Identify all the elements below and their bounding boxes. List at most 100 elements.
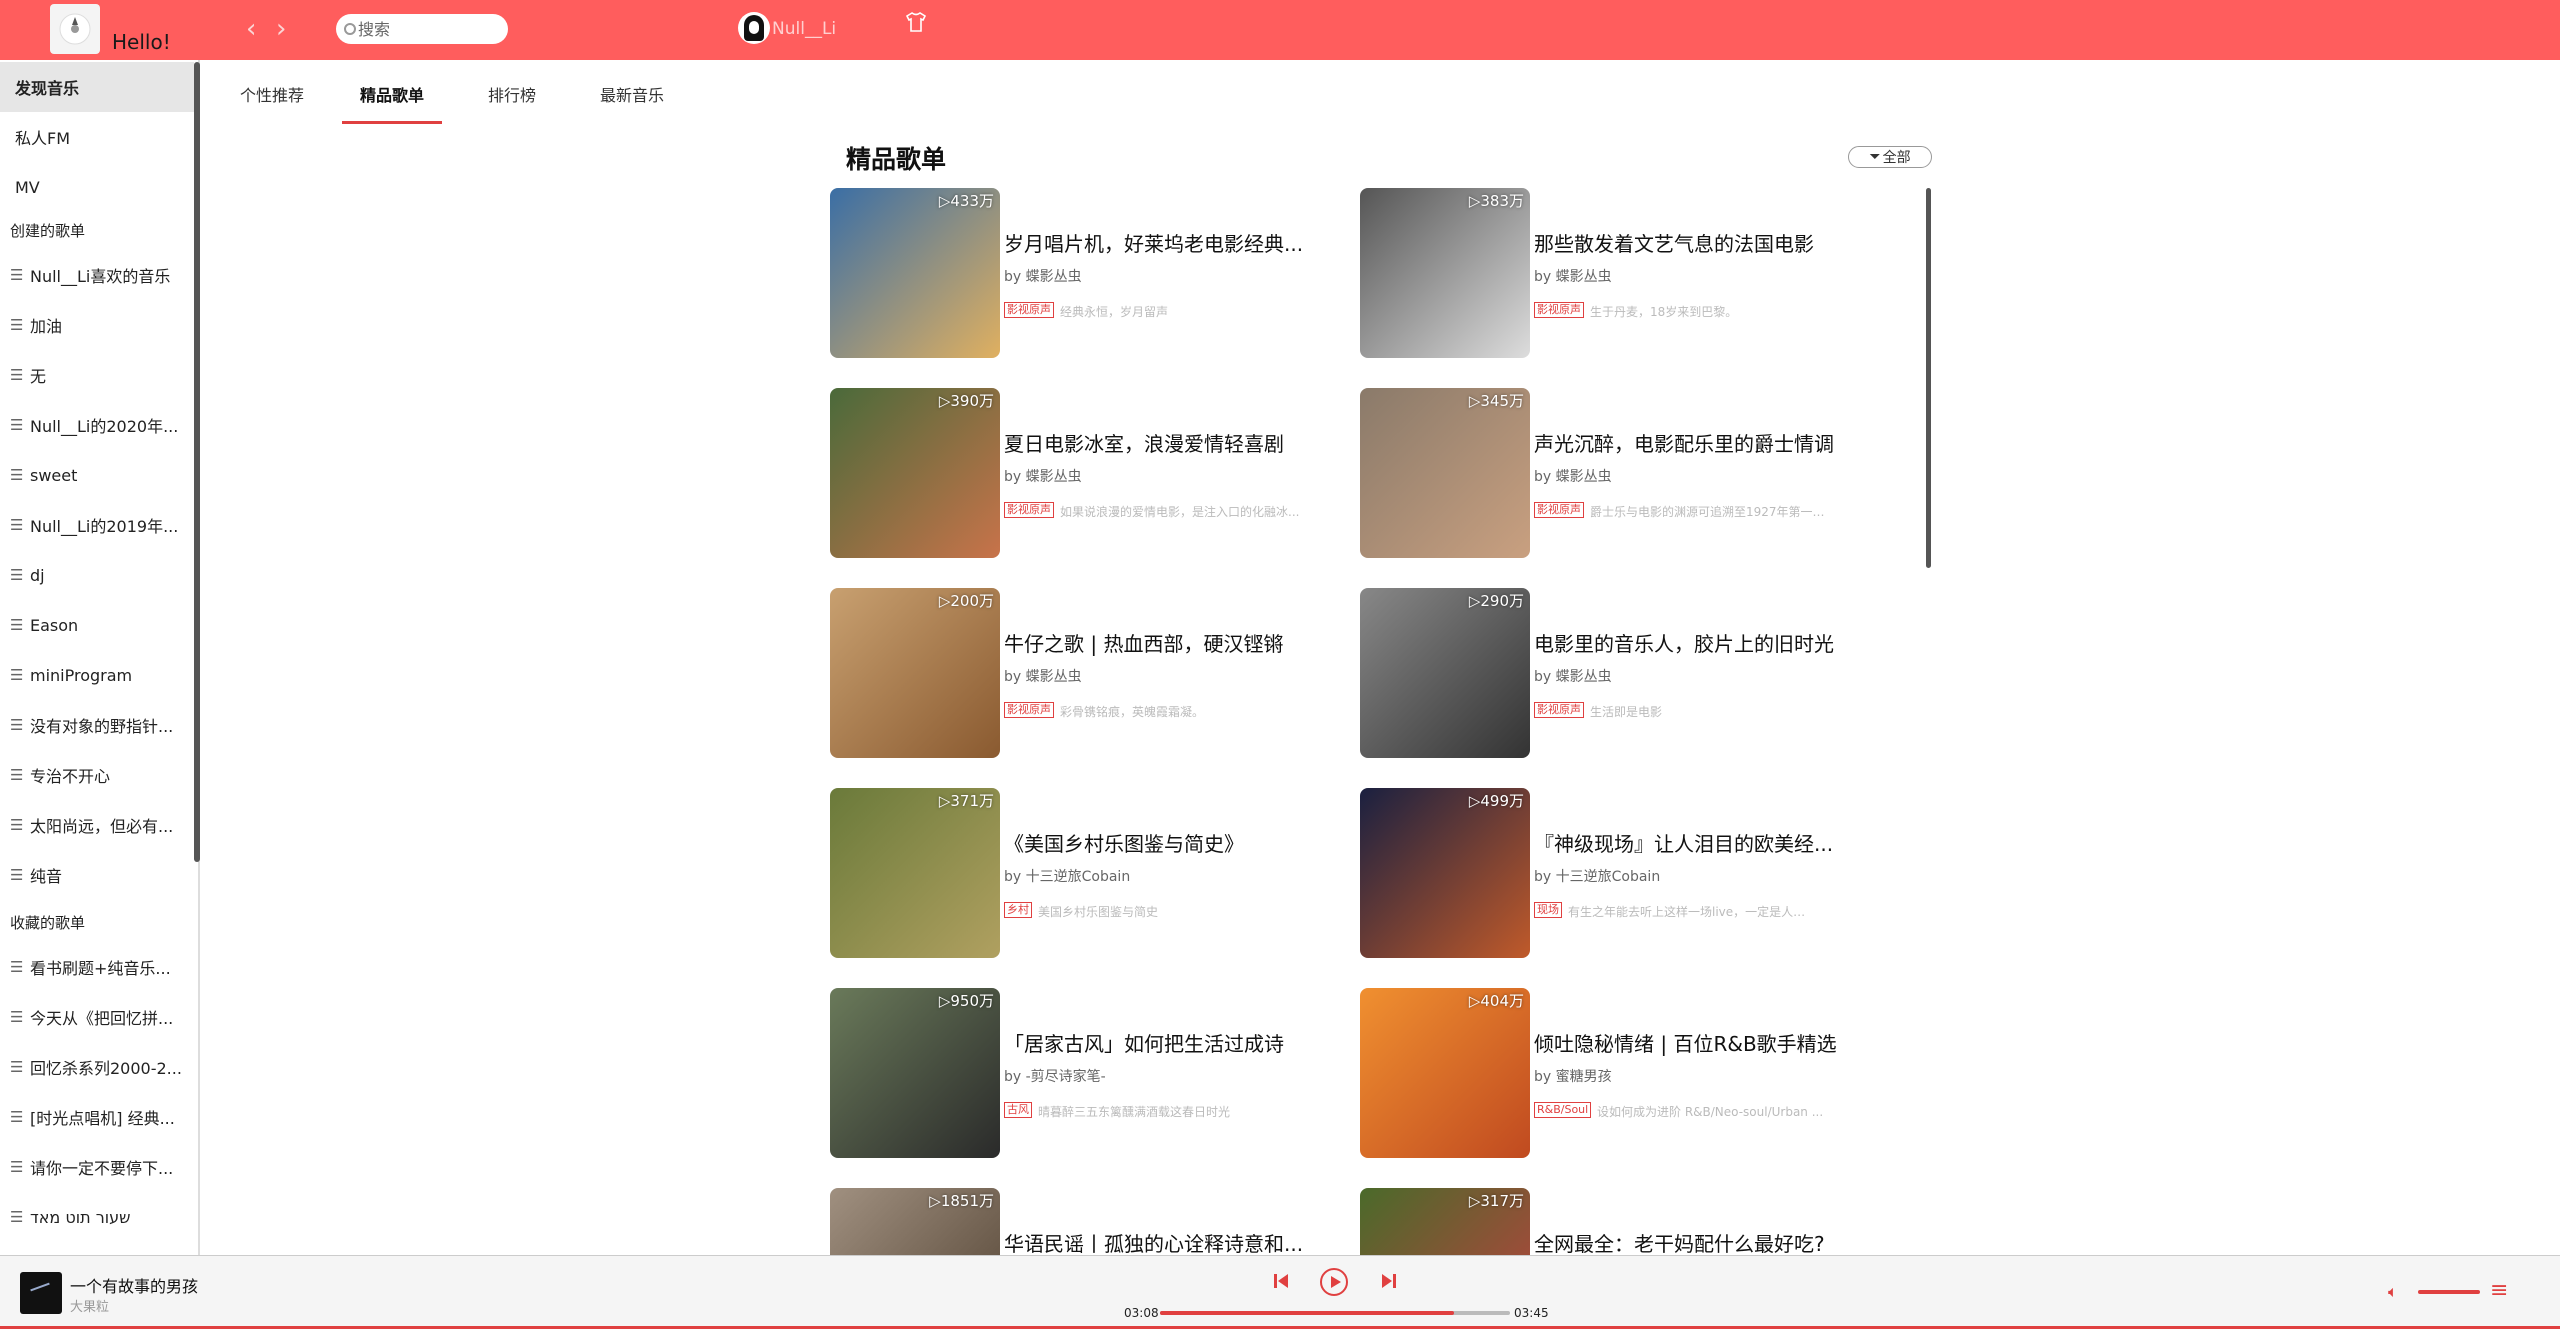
sidebar-item-mv[interactable]: MV bbox=[0, 162, 194, 212]
sidebar-item-discover[interactable]: 发现音乐 bbox=[0, 62, 194, 112]
tab-recommend[interactable]: 个性推荐 bbox=[240, 82, 304, 106]
song-title[interactable]: 一个有故事的男孩 bbox=[70, 1273, 198, 1297]
song-cover[interactable] bbox=[20, 1272, 62, 1314]
playlist-title[interactable]: 牛仔之歌 | 热血西部，硬汉铿锵 bbox=[1004, 628, 1344, 657]
app-logo[interactable] bbox=[50, 4, 100, 54]
username[interactable]: Null__Li bbox=[772, 19, 836, 39]
tab-new-music[interactable]: 最新音乐 bbox=[600, 82, 664, 106]
playlist-creator[interactable]: by 蝶影丛虫 bbox=[1004, 666, 1082, 686]
previous-button[interactable] bbox=[1272, 1272, 1290, 1294]
playlist-title[interactable]: 岁月唱片机，好莱坞老电影经典... bbox=[1004, 228, 1344, 257]
playlist-title[interactable]: 电影里的音乐人，胶片上的旧时光 bbox=[1534, 628, 1874, 657]
playlist-cover[interactable]: ▷499万 bbox=[1360, 788, 1530, 958]
playlist-cover[interactable]: ▷200万 bbox=[830, 588, 1000, 758]
sidebar-playlist[interactable]: ☰ שעור תוט מאד bbox=[0, 1192, 194, 1242]
playlist-card[interactable]: ▷317万 全网最全：老干妈配什么最好吃? bbox=[1360, 1188, 1880, 1255]
sidebar-playlist[interactable]: ☰ 太阳尚远，但必有... bbox=[0, 800, 194, 850]
playlist-queue-icon[interactable]: ≡ bbox=[2490, 1278, 2508, 1303]
playlist-cover[interactable]: ▷390万 bbox=[830, 388, 1000, 558]
playlist-title[interactable]: 『神级现场』让人泪目的欧美经... bbox=[1534, 828, 1874, 857]
playlist-creator[interactable]: by 十三逆旅Cobain bbox=[1004, 866, 1130, 886]
playlist-icon: ☰ bbox=[10, 666, 24, 684]
playlist-cover[interactable]: ▷345万 bbox=[1360, 388, 1530, 558]
sidebar-playlist[interactable]: ☰ 专治不开心 bbox=[0, 750, 194, 800]
search-box[interactable] bbox=[336, 14, 508, 44]
user-avatar[interactable] bbox=[738, 12, 770, 44]
sidebar-playlist[interactable]: ☰ 无 bbox=[0, 350, 194, 400]
sidebar-playlist[interactable]: ☰ dj bbox=[0, 550, 194, 600]
playlist-title[interactable]: 那些散发着文艺气息的法国电影 bbox=[1534, 228, 1874, 257]
playlist-creator[interactable]: by 蝶影丛虫 bbox=[1004, 266, 1082, 286]
playlist-title[interactable]: 倾吐隐秘情绪 | 百位R&B歌手精选 bbox=[1534, 1028, 1874, 1057]
sidebar-playlist[interactable]: ☰ 纯音 bbox=[0, 850, 194, 900]
playlist-card[interactable]: ▷383万 那些散发着文艺气息的法国电影 by 蝶影丛虫 影视原声 生于丹麦，18岁来到… bbox=[1360, 188, 1880, 358]
sidebar-playlist[interactable]: ☰ miniProgram bbox=[0, 650, 194, 700]
playlist-cover[interactable]: ▷317万 bbox=[1360, 1188, 1530, 1255]
playlist-title[interactable]: 华语民谣丨孤独的心诠释诗意和... bbox=[1004, 1228, 1344, 1255]
sidebar-playlist[interactable]: ☰ 加油 bbox=[0, 300, 194, 350]
song-artist[interactable]: 大果粒 bbox=[70, 1296, 109, 1315]
skin-button[interactable] bbox=[905, 12, 927, 38]
sidebar-playlist[interactable]: ☰ 今天从《把回忆拼... bbox=[0, 992, 194, 1042]
playlist-card[interactable]: ▷404万 倾吐隐秘情绪 | 百位R&B歌手精选 by 蜜糖男孩 R&B/Soul 设如… bbox=[1360, 988, 1880, 1158]
play-button[interactable] bbox=[1320, 1268, 1348, 1296]
playlist-title[interactable]: 夏日电影冰室，浪漫爱情轻喜剧 bbox=[1004, 428, 1344, 457]
playlist-card[interactable]: ▷390万 夏日电影冰室，浪漫爱情轻喜剧 by 蝶影丛虫 影视原声 如果说浪漫的爱情电影… bbox=[830, 388, 1350, 558]
playlist-title[interactable]: 全网最全：老干妈配什么最好吃? bbox=[1534, 1228, 1874, 1255]
playlist-cover[interactable]: ▷290万 bbox=[1360, 588, 1530, 758]
playlist-card[interactable]: ▷290万 电影里的音乐人，胶片上的旧时光 by 蝶影丛虫 影视原声 生活即是电影 bbox=[1360, 588, 1880, 758]
playlist-cover[interactable]: ▷371万 bbox=[830, 788, 1000, 958]
playlist-creator[interactable]: by 蜜糖男孩 bbox=[1534, 1066, 1612, 1086]
sidebar-playlist[interactable]: ☰ Eason bbox=[0, 600, 194, 650]
volume-icon[interactable]: 🔈︎ bbox=[2388, 1282, 2398, 1302]
playlist-icon: ☰ bbox=[10, 266, 24, 284]
sidebar-playlist[interactable]: ☰ [时光点唱机] 经典... bbox=[0, 1092, 194, 1142]
playlist-card[interactable]: ▷433万 岁月唱片机，好莱坞老电影经典... by 蝶影丛虫 影视原声 经典永恒，岁月… bbox=[830, 188, 1350, 358]
playlist-creator[interactable]: by 蝶影丛虫 bbox=[1004, 466, 1082, 486]
volume-slider[interactable] bbox=[2418, 1290, 2480, 1294]
playlist-creator[interactable]: by 蝶影丛虫 bbox=[1534, 666, 1612, 686]
filter-button[interactable]: ⏷ 全部 bbox=[1848, 146, 1932, 168]
playlist-title[interactable]: 《美国乡村乐图鉴与简史》 bbox=[1004, 828, 1344, 857]
sidebar-playlist[interactable]: ☰ Null__Li喜欢的音乐 bbox=[0, 250, 194, 300]
playlist-card[interactable]: ▷371万 《美国乡村乐图鉴与简史》 by 十三逆旅Cobain 乡村 美国乡村乐图鉴与… bbox=[830, 788, 1350, 958]
playlist-creator[interactable]: by 十三逆旅Cobain bbox=[1534, 866, 1660, 886]
sidebar-item-fm[interactable]: 私人FM bbox=[0, 112, 194, 162]
playlist-title[interactable]: 声光沉醉，电影配乐里的爵士情调 bbox=[1534, 428, 1874, 457]
next-button[interactable] bbox=[1380, 1272, 1398, 1294]
play-count: ▷345万 bbox=[1468, 392, 1524, 410]
sidebar-playlist[interactable]: ☰ Null__Li的2019年... bbox=[0, 500, 194, 550]
sidebar-playlist[interactable]: ☰ 请你一定不要停下... bbox=[0, 1142, 194, 1192]
sidebar-scrollbar[interactable] bbox=[194, 62, 200, 862]
sidebar-playlist[interactable]: ☰ 回忆杀系列2000-2... bbox=[0, 1042, 194, 1092]
playlist-cover[interactable]: ▷404万 bbox=[1360, 988, 1530, 1158]
playlist-title[interactable]: 「居家古风」如何把生活过成诗 bbox=[1004, 1028, 1344, 1057]
playlist-cover[interactable]: ▷383万 bbox=[1360, 188, 1530, 358]
sidebar-playlist[interactable]: ☰ 看书刷题+纯音乐... bbox=[0, 942, 194, 992]
tab-charts[interactable]: 排行榜 bbox=[488, 82, 536, 106]
playlist-cover[interactable]: ▷433万 bbox=[830, 188, 1000, 358]
playlist-creator[interactable]: by -剪尽诗家笔- bbox=[1004, 1066, 1106, 1086]
playlist-card[interactable]: ▷950万 「居家古风」如何把生活过成诗 by -剪尽诗家笔- 古风 晴暮醉三五东篱醺满… bbox=[830, 988, 1350, 1158]
playlist-card[interactable]: ▷345万 声光沉醉，电影配乐里的爵士情调 by 蝶影丛虫 影视原声 爵士乐与电影的渊源… bbox=[1360, 388, 1880, 558]
playlist-creator[interactable]: by 蝶影丛虫 bbox=[1534, 466, 1612, 486]
forward-button[interactable]: › bbox=[276, 14, 286, 44]
search-input[interactable] bbox=[358, 19, 498, 39]
progress-bar[interactable] bbox=[1160, 1311, 1510, 1315]
playlist-card[interactable]: ▷499万 『神级现场』让人泪目的欧美经... by 十三逆旅Cobain 现场 有生之… bbox=[1360, 788, 1880, 958]
back-button[interactable]: ‹ bbox=[246, 14, 256, 44]
sidebar-playlist[interactable]: ☰ 没有对象的野指针... bbox=[0, 700, 194, 750]
tab-playlists[interactable]: 精品歌单 bbox=[360, 82, 424, 106]
playlist-card[interactable]: ▷1851万 华语民谣丨孤独的心诠释诗意和... bbox=[830, 1188, 1350, 1255]
playlist-creator[interactable]: by 蝶影丛虫 bbox=[1534, 266, 1612, 286]
sidebar-playlist-label: 看书刷题+纯音乐... bbox=[30, 959, 171, 978]
playlist-cover[interactable]: ▷950万 bbox=[830, 988, 1000, 1158]
playlist-card[interactable]: ▷200万 牛仔之歌 | 热血西部，硬汉铿锵 by 蝶影丛虫 影视原声 彩骨镌铭痕，英魄… bbox=[830, 588, 1350, 758]
playlist-tag: 影视原声 bbox=[1534, 302, 1584, 318]
playlist-cover[interactable]: ▷1851万 bbox=[830, 1188, 1000, 1255]
content-scrollbar[interactable] bbox=[1926, 188, 1931, 568]
sidebar-playlist[interactable]: ☰ Null__Li的2020年... bbox=[0, 400, 194, 450]
playlist-description: 彩骨镌铭痕，英魄霞霜凝。 bbox=[1060, 705, 1205, 719]
sidebar-playlist-label: 没有对象的野指针... bbox=[30, 717, 174, 736]
sidebar-playlist[interactable]: ☰ sweet bbox=[0, 450, 194, 500]
